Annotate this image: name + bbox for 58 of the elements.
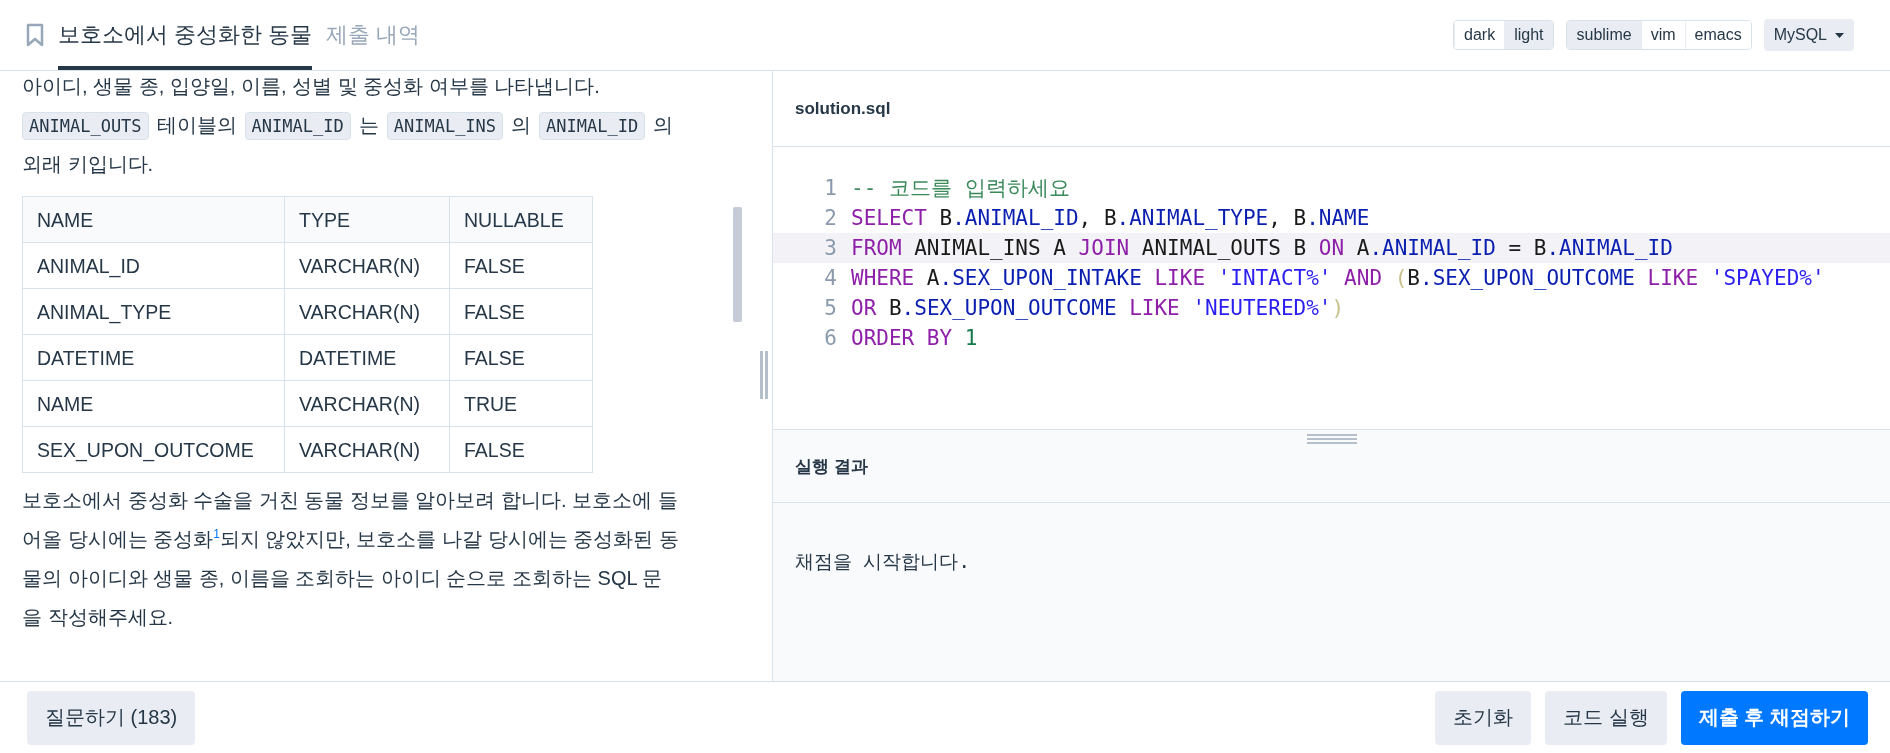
- action-button[interactable]: 초기화: [1435, 690, 1532, 745]
- resize-handle[interactable]: [758, 351, 770, 399]
- keymap-option[interactable]: sublime: [1566, 21, 1641, 49]
- description-text: 의: [511, 113, 532, 138]
- code-line: ORDER BY 1: [851, 326, 978, 350]
- line-number: 1: [823, 176, 838, 200]
- table-cell: VARCHAR(N): [284, 288, 450, 335]
- code-term: ANIMAL_INS: [386, 111, 504, 140]
- code-line: FROM ANIMAL_INS A JOIN ANIMAL_OUTS B ON A.ANIMAL_ID = B.ANIMAL_ID: [851, 236, 1673, 260]
- column-header: NAME: [22, 196, 285, 243]
- language-dropdown[interactable]: MySQL: [1763, 19, 1854, 51]
- table-cell: VARCHAR(N): [284, 380, 450, 427]
- table-cell: DATETIME: [22, 334, 285, 381]
- file-name: solution.sql: [795, 98, 891, 119]
- table-cell: VARCHAR(N): [284, 242, 450, 289]
- description-text: 외래 키입니다.: [22, 152, 154, 177]
- description-text: 아이디, 생물 종, 입양일, 이름, 성별 및 중성화 여부를 나타냅니다.: [22, 74, 601, 99]
- table-cell: ANIMAL_TYPE: [22, 288, 285, 335]
- resize-handle[interactable]: [1306, 434, 1357, 444]
- table-cell: ANIMAL_ID: [22, 242, 285, 289]
- table-cell: SEX_UPON_OUTCOME: [22, 426, 285, 473]
- table-cell: FALSE: [449, 242, 593, 289]
- description-text: 는: [358, 113, 379, 138]
- table-cell: FALSE: [449, 288, 593, 335]
- table-cell: TRUE: [449, 380, 593, 427]
- table-cell: NAME: [22, 380, 285, 427]
- code-term: ANIMAL_ID: [539, 111, 646, 140]
- description-text: 테이블의: [156, 113, 237, 138]
- code-line: WHERE A.SEX_UPON_INTAKE LIKE 'INTACT%' AND (B.SEX_UPON_OUTCOME LIKE 'SPAYED%': [851, 266, 1825, 290]
- bookmark-icon[interactable]: [26, 23, 44, 47]
- table-cell: FALSE: [449, 426, 593, 473]
- line-number: 2: [823, 206, 838, 230]
- line-number: 3: [823, 236, 838, 260]
- question-text: 보호소에서 중성화 수술을 거친 동물 정보를 알아보려 합니다. 보호소에 들어올 당시에는 중성화$^{1}$되지 않았지만, 보호소를 나갈 당시에는 중성화된 동물의 아이디와 생물 종, 이름을 조회하는 아이디 순으로 조회하는 SQL 문을 작성해주세요.: [22, 488, 680, 630]
- caret-icon: [1835, 32, 1844, 38]
- column-header: TYPE: [284, 196, 450, 243]
- table-cell: VARCHAR(N): [284, 426, 450, 473]
- ask-button[interactable]: 질문하기 (183): [27, 690, 196, 745]
- result-title: 실행 결과: [795, 455, 868, 478]
- line-number: 6: [823, 326, 838, 350]
- description-text: 의: [653, 113, 674, 138]
- theme-option[interactable]: light: [1504, 21, 1553, 49]
- code-term: ANIMAL_ID: [244, 111, 351, 140]
- line-number: 5: [823, 296, 838, 320]
- table-cell: FALSE: [449, 334, 593, 381]
- code-line: OR B.SEX_UPON_OUTCOME LIKE 'NEUTERED%'): [851, 296, 1345, 320]
- code-line: -- 코드를 입력하세요: [851, 175, 1070, 202]
- scrollbar-thumb[interactable]: [733, 207, 742, 322]
- column-header: NULLABLE: [449, 196, 593, 243]
- problem-tab[interactable]: 보호소에서 중성화한 동물: [58, 0, 313, 70]
- keymap-option[interactable]: emacs: [1684, 21, 1751, 49]
- result-output: 채점을 시작합니다.: [794, 549, 971, 574]
- action-button[interactable]: 코드 실행: [1545, 690, 1667, 745]
- code-line: SELECT B.ANIMAL_ID, B.ANIMAL_TYPE, B.NAME: [851, 206, 1370, 230]
- code-term: ANIMAL_OUTS: [22, 111, 149, 140]
- table-cell: DATETIME: [284, 334, 450, 381]
- line-number: 4: [823, 266, 838, 290]
- action-button[interactable]: 제출 후 채점하기: [1680, 690, 1868, 745]
